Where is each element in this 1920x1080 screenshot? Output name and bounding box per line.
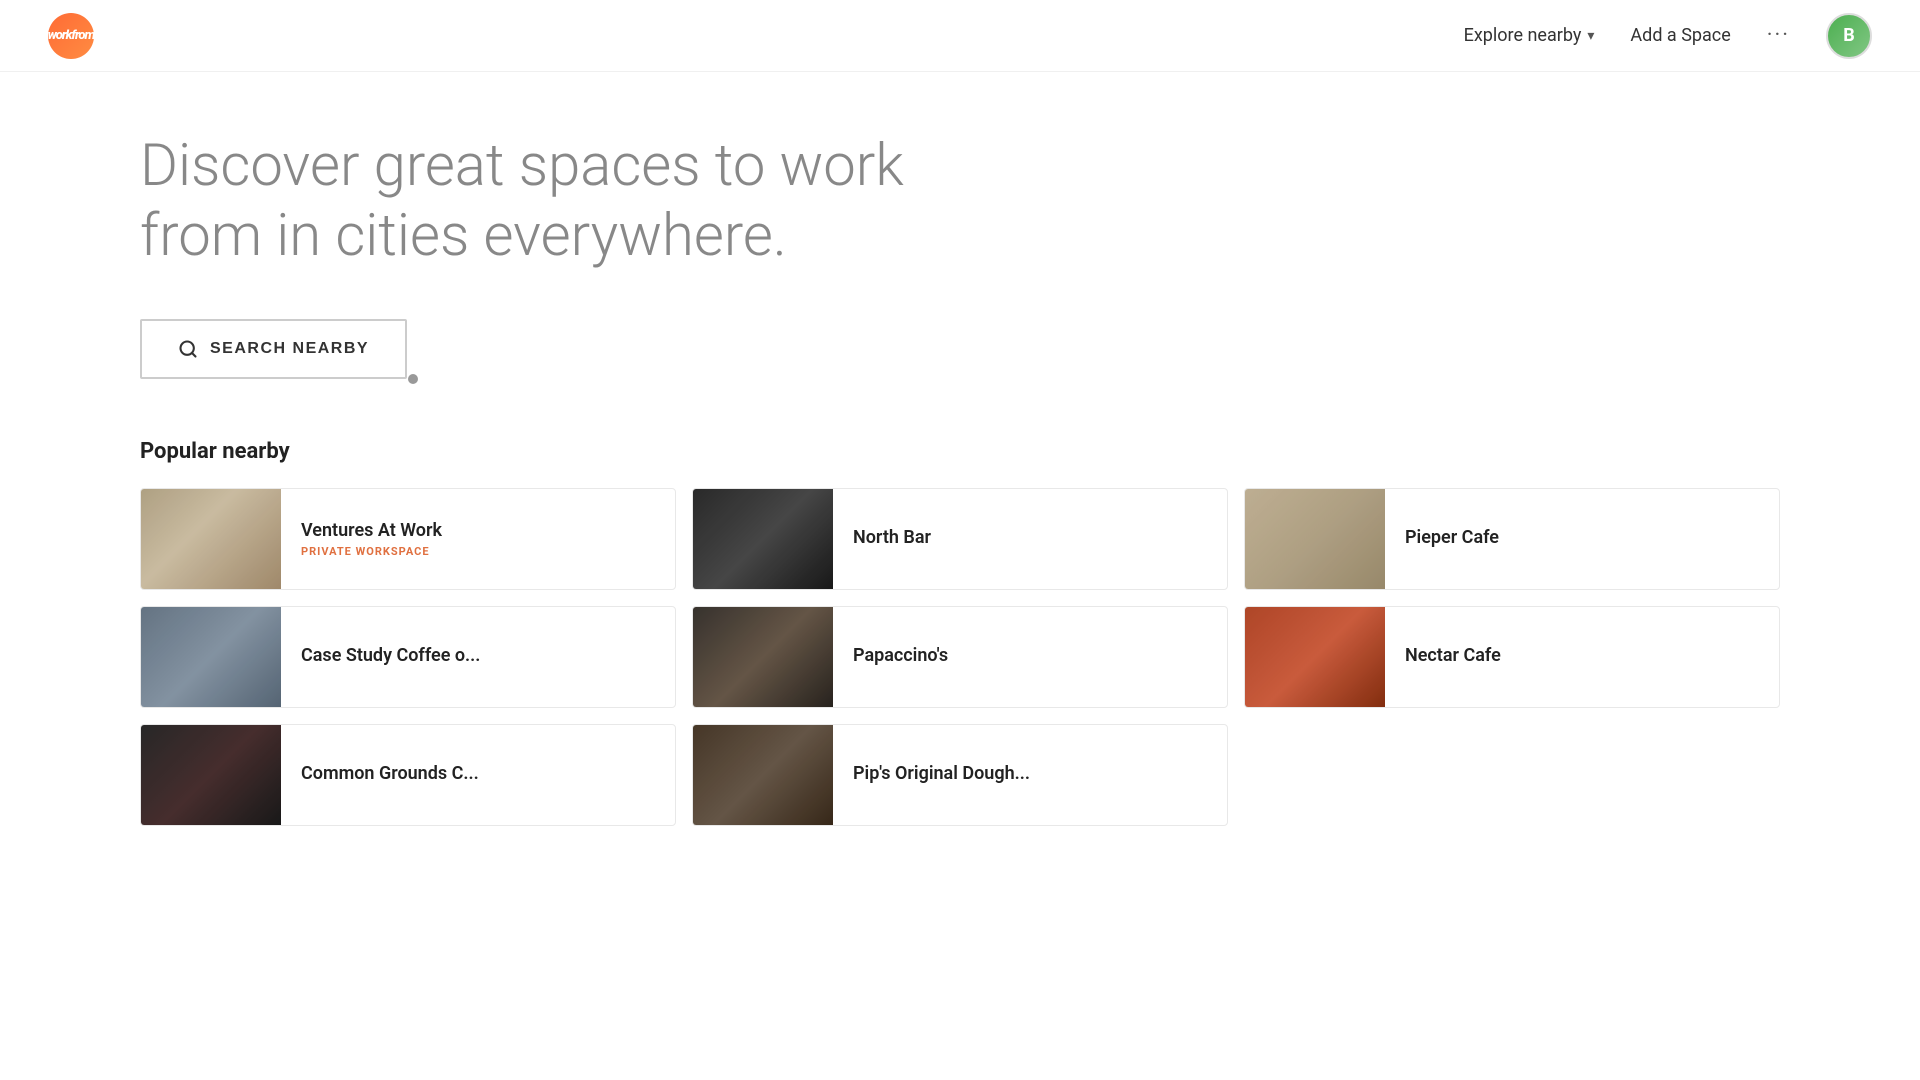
space-card-info: Pip's Original Dough... [833, 747, 1227, 804]
logo-text: workfrom [48, 28, 95, 43]
logo[interactable]: workfrom [48, 13, 94, 59]
space-card-name: Pip's Original Dough... [853, 763, 1207, 784]
space-card[interactable]: Pieper Cafe [1244, 488, 1780, 590]
header: workfrom Explore nearby ▾ Add a Space ··… [0, 0, 1920, 72]
logo-icon: workfrom [48, 13, 94, 59]
space-card-image [693, 489, 833, 589]
space-card[interactable]: Papaccino's [692, 606, 1228, 708]
search-nearby-button[interactable]: SEARCH NEARBY [140, 319, 407, 379]
dots-icon: ··· [1767, 23, 1790, 48]
space-card[interactable]: Common Grounds C... [140, 724, 676, 826]
space-card-info: Pieper Cafe [1385, 511, 1779, 568]
space-card[interactable]: North Bar [692, 488, 1228, 590]
space-card-image [693, 725, 833, 825]
more-options-nav[interactable]: ··· [1767, 23, 1790, 48]
space-card-image [1245, 489, 1385, 589]
space-card-image [693, 607, 833, 707]
space-card-image [1245, 607, 1385, 707]
space-card-name: Common Grounds C... [301, 763, 655, 784]
explore-nearby-nav[interactable]: Explore nearby ▾ [1464, 25, 1595, 46]
space-card-name: Ventures At Work [301, 520, 655, 541]
space-card-tag: PRIVATE WORKSPACE [301, 545, 655, 558]
space-card-image [141, 607, 281, 707]
space-card-info: North Bar [833, 511, 1227, 568]
space-card-name: Papaccino's [853, 645, 1207, 666]
space-card-info: Case Study Coffee o... [281, 629, 675, 686]
space-card-info: Common Grounds C... [281, 747, 675, 804]
space-card-info: Papaccino's [833, 629, 1227, 686]
main-content: Discover great spaces to work from in ci… [0, 72, 1920, 886]
user-avatar[interactable]: B [1826, 13, 1872, 59]
space-card[interactable]: Nectar Cafe [1244, 606, 1780, 708]
spaces-grid: Ventures At Work PRIVATE WORKSPACE North B… [140, 488, 1780, 826]
add-space-label: Add a Space [1630, 25, 1730, 46]
avatar-initial: B [1843, 25, 1855, 46]
search-button-label: SEARCH NEARBY [210, 340, 369, 358]
space-card[interactable]: Ventures At Work PRIVATE WORKSPACE [140, 488, 676, 590]
add-space-nav[interactable]: Add a Space [1630, 25, 1730, 46]
space-card-info: Nectar Cafe [1385, 629, 1779, 686]
space-card[interactable]: Case Study Coffee o... [140, 606, 676, 708]
search-icon [178, 339, 198, 359]
space-card-name: Case Study Coffee o... [301, 645, 655, 666]
space-card-image [141, 489, 281, 589]
space-card-image [141, 725, 281, 825]
space-card[interactable]: Pip's Original Dough... [692, 724, 1228, 826]
popular-section: Popular nearby Ventures At Work PRIVATE W… [140, 439, 1780, 826]
hero-title: Discover great spaces to work from in ci… [140, 132, 960, 271]
explore-nearby-label: Explore nearby [1464, 25, 1582, 46]
space-card-name: North Bar [853, 527, 1207, 548]
main-nav: Explore nearby ▾ Add a Space ··· B [1464, 13, 1872, 59]
space-card-info: Ventures At Work PRIVATE WORKSPACE [281, 504, 675, 574]
chevron-down-icon: ▾ [1587, 28, 1594, 44]
space-card-name: Nectar Cafe [1405, 645, 1759, 666]
popular-section-title: Popular nearby [140, 439, 1780, 464]
space-card-name: Pieper Cafe [1405, 527, 1759, 548]
